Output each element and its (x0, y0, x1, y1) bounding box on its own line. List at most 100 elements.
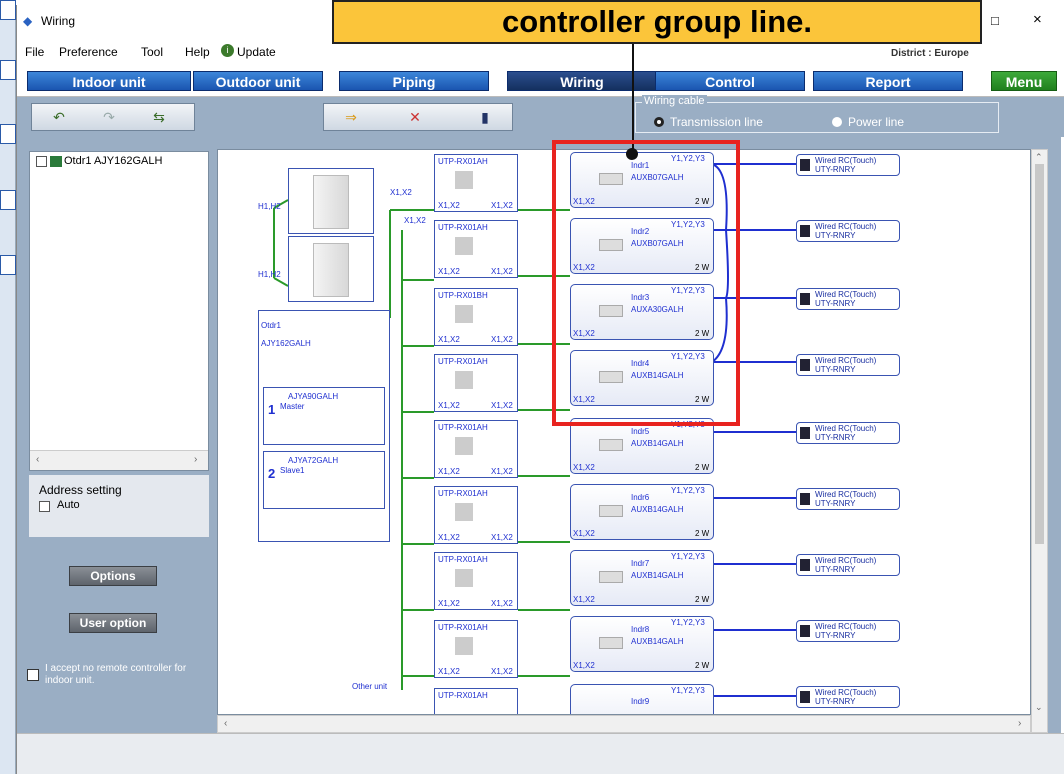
indoor-unit[interactable]: Y1,Y2,Y3 Indr9 (570, 684, 714, 714)
scroll-up-icon[interactable]: ⌃ (1035, 152, 1043, 163)
transmitter-box[interactable]: UTP-RX01AH X1,X2 X1,X2 (434, 220, 518, 278)
transmitter-icon (455, 569, 473, 587)
indoor-unit[interactable]: Y1,Y2,Y3 Indr8 AUXB14GALH X1,X2 2 W (570, 616, 714, 672)
menu-help[interactable]: Help (185, 45, 210, 59)
rc-icon (800, 225, 810, 237)
remote-controller[interactable]: Wired RC(Touch) UTY-RNRY (796, 554, 900, 576)
rc-icon (800, 159, 810, 171)
rc-icon (800, 427, 810, 439)
auto-checkbox[interactable] (39, 501, 50, 512)
accept-label: I accept no remote controller for indoor… (45, 663, 187, 686)
outdoor-module-1 (288, 168, 374, 234)
background-tab (0, 190, 16, 210)
tree-hscroll[interactable]: ‹ › (30, 450, 208, 470)
window-title: Wiring (41, 14, 76, 28)
remote-controller[interactable]: Wired RC(Touch) UTY-RNRY (796, 288, 900, 310)
scroll-thumb[interactable] (1035, 164, 1044, 544)
connect-icon[interactable]: ⇒ (336, 106, 366, 128)
h-label: H1,H2 (258, 270, 281, 279)
tab-report[interactable]: Report (813, 71, 963, 91)
delete-icon[interactable]: ▮ (470, 106, 500, 128)
remote-controller[interactable]: Wired RC(Touch) UTY-RNRY (796, 686, 900, 708)
rc-icon (800, 559, 810, 571)
diagram-vscroll[interactable]: ⌃ ⌄ (1031, 149, 1048, 733)
tab-wiring[interactable]: Wiring (507, 71, 657, 91)
transmitter-icon (455, 371, 473, 389)
scroll-right-icon[interactable]: › (1018, 718, 1021, 729)
indoor-unit[interactable]: Y1,Y2,Y3 Indr6 AUXB14GALH X1,X2 2 W (570, 484, 714, 540)
power-radio[interactable] (832, 117, 842, 127)
transmitter-box[interactable]: UTP-RX01AH X1,X2 X1,X2 (434, 620, 518, 678)
master-number: 1 (268, 402, 276, 417)
district-label: District : Europe (891, 48, 969, 59)
remote-controller[interactable]: Wired RC(Touch) UTY-RNRY (796, 620, 900, 642)
other-unit-label: Other unit (352, 682, 388, 691)
toolbar: ↶ ↷ ⇆ ⇒ ✕ ▮ Wiring cable Transmission li… (17, 95, 1064, 137)
update-icon: i (221, 44, 234, 57)
menu-tool[interactable]: Tool (141, 45, 163, 59)
outdoor-unit-icon (50, 156, 62, 167)
rc-icon (800, 293, 810, 305)
remote-controller[interactable]: Wired RC(Touch) UTY-RNRY (796, 488, 900, 510)
outdoor-bus-line (389, 209, 434, 690)
transmitter-icon (455, 171, 473, 189)
indoor-unit[interactable]: Y1,Y2,Y3 Indr5 AUXB14GALH X1,X2 2 W (570, 418, 714, 474)
transmitter-box[interactable]: UTP-RX01AH X1,X2 X1,X2 (434, 552, 518, 610)
redo-icon[interactable]: ↷ (94, 106, 124, 128)
diagram-hscroll[interactable]: ‹ › (217, 715, 1031, 733)
menu-update[interactable]: Update (237, 45, 276, 59)
transmitter-box[interactable]: UTP-RX01AH X1,X2 X1,X2 (434, 154, 518, 212)
outdoor-slave-box: AJYA72GALH 2 Slave1 (263, 451, 385, 509)
menu-preference[interactable]: Preference (59, 45, 118, 59)
remote-controller[interactable]: Wired RC(Touch) UTY-RNRY (796, 220, 900, 242)
options-button[interactable]: Options (69, 566, 157, 586)
toolbar-group-wiring: ⇒ ✕ ▮ (323, 103, 513, 131)
indoor-unit-icon (599, 637, 623, 649)
address-setting-title: Address setting (39, 483, 122, 497)
tab-control[interactable]: Control (655, 71, 805, 91)
close-button[interactable]: × (1033, 11, 1042, 28)
undo-icon[interactable]: ↶ (44, 106, 74, 128)
transmitter-box[interactable]: UTP-RX01AH X1,X2 X1,X2 (434, 420, 518, 478)
outdoor-model: AJY162GALH (261, 339, 311, 348)
background-tab (0, 124, 16, 144)
transmitter-box[interactable]: UTP-RX01AH (434, 688, 518, 714)
remote-controller[interactable]: Wired RC(Touch) UTY-RNRY (796, 154, 900, 176)
app-icon: ◆ (23, 14, 33, 28)
disconnect-icon[interactable]: ✕ (400, 106, 430, 128)
menu-file[interactable]: File (25, 45, 44, 59)
maximize-button[interactable]: □ (991, 13, 999, 28)
left-panel: Otdr1 AJY162GALH ‹ › Address setting Aut… (17, 137, 215, 733)
indoor-unit[interactable]: Y1,Y2,Y3 Indr7 AUXB14GALH X1,X2 2 W (570, 550, 714, 606)
transmission-label: Transmission line (670, 115, 763, 129)
wiring-cable-legend: Wiring cable (642, 95, 707, 107)
outdoor-module-2 (288, 236, 374, 302)
transmitter-box[interactable]: UTP-RX01BH X1,X2 X1,X2 (434, 288, 518, 346)
tab-piping[interactable]: Piping (339, 71, 489, 91)
tab-menu[interactable]: Menu (991, 71, 1057, 91)
tree-item[interactable]: Otdr1 AJY162GALH (64, 155, 162, 167)
scroll-left-icon[interactable]: ‹ (224, 718, 227, 729)
remote-controller[interactable]: Wired RC(Touch) UTY-RNRY (796, 354, 900, 376)
x-label: X1,X2 (390, 188, 412, 197)
transmitter-box[interactable]: UTP-RX01AH X1,X2 X1,X2 (434, 486, 518, 544)
transmitter-box[interactable]: UTP-RX01AH X1,X2 X1,X2 (434, 354, 518, 412)
remote-controller[interactable]: Wired RC(Touch) UTY-RNRY (796, 422, 900, 444)
user-option-button[interactable]: User option (69, 613, 157, 633)
outdoor-unit-image (313, 243, 349, 297)
transmitter-icon (455, 503, 473, 521)
tree-checkbox[interactable] (36, 156, 47, 167)
scroll-down-icon[interactable]: ⌄ (1035, 702, 1043, 713)
tab-indoor-unit[interactable]: Indoor unit (27, 71, 191, 91)
scroll-left-icon[interactable]: ‹ (36, 454, 39, 465)
callout-banner: controller group line. (332, 0, 982, 44)
transmitter-icon (455, 637, 473, 655)
scroll-right-icon[interactable]: › (194, 454, 197, 465)
slave-model: AJYA72GALH (288, 456, 339, 465)
indoor-unit-icon (599, 505, 623, 517)
accept-checkbox[interactable] (27, 669, 39, 681)
tab-outdoor-unit[interactable]: Outdoor unit (193, 71, 323, 91)
auto-wire-icon[interactable]: ⇆ (144, 106, 174, 128)
transmission-radio[interactable] (654, 117, 664, 127)
toolbar-group-edit: ↶ ↷ ⇆ (31, 103, 195, 131)
